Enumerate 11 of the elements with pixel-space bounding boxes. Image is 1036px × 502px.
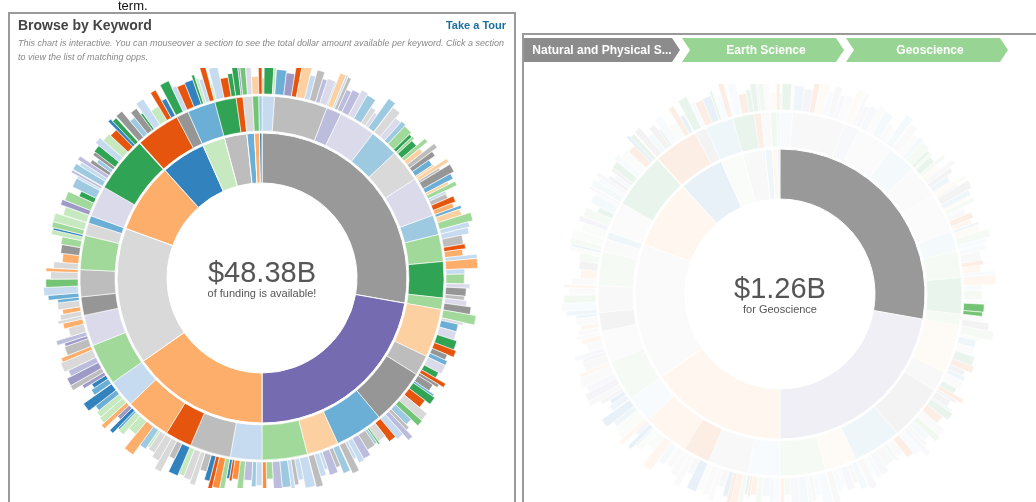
total-amount: $48.38B [207,257,316,287]
panel-title: Browse by Keyword [18,17,152,33]
breadcrumb[interactable]: Earth Science [682,38,844,62]
total-amount: $1.26B [734,273,826,303]
tour-link[interactable]: Take a Tour [445,19,506,31]
total-caption: for Geoscience [743,303,817,315]
breadcrumb[interactable]: Geoscience [846,38,1008,62]
total-caption: of funding is available! [207,287,317,299]
chart-description: This chart is interactive. You can mouseover a section to see the total dollar amount available per keyword. Click a section to view the list of matching opps. [18,37,506,64]
breadcrumb[interactable]: Natural and Physical S... [524,38,680,62]
caption-text: term. [118,0,148,12]
